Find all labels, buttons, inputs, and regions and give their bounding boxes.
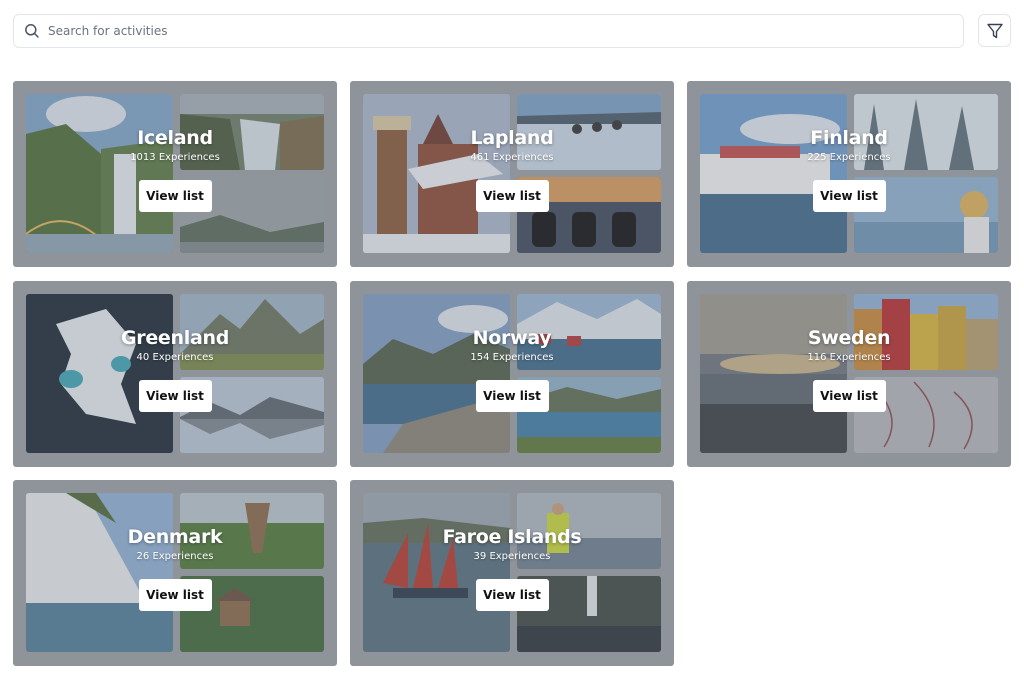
ferry-boat-photo [700,94,847,253]
waterfall-rainbow-photo [26,94,173,253]
iceberg-aerial-photo [26,294,173,453]
snowy-forest-photo [854,94,998,170]
destination-card-iceland[interactable]: Iceland 1013 Experiences View list [13,81,337,267]
view-list-button[interactable]: View list [812,380,886,412]
filter-button[interactable] [978,14,1011,47]
view-list-button[interactable]: View list [475,180,549,212]
view-list-button[interactable]: View list [475,380,549,412]
destination-card-finland[interactable]: Finland 225 Experiences View list [687,81,1011,267]
view-list-button[interactable]: View list [138,180,212,212]
search-bar[interactable] [13,14,964,48]
forest-tower-photo [180,493,324,569]
snowy-village-tower-photo [363,94,510,253]
destination-card-lapland[interactable]: Lapland 461 Experiences View list [350,81,674,267]
sailor-on-mast-photo [517,493,661,569]
view-list-button[interactable]: View list [138,579,212,611]
mountain-peaks-photo [180,294,324,370]
snowy-fishing-village-photo [517,294,661,370]
view-list-button[interactable]: View list [812,180,886,212]
red-sailboat-photo [363,493,510,652]
white-cliffs-photo [26,493,173,652]
destination-card-faroe-islands[interactable]: Faroe Islands 39 Experiences View list [350,480,674,666]
destination-card-greenland[interactable]: Greenland 40 Experiences View list [13,281,337,467]
waterfall-canyon-photo [180,94,324,170]
view-list-button[interactable]: View list [138,380,212,412]
destination-card-denmark[interactable]: Denmark 26 Experiences View list [13,480,337,666]
lofoten-coast-photo [363,294,510,453]
search-icon [24,23,40,39]
filter-icon [986,22,1004,40]
search-input[interactable] [48,15,963,47]
destination-card-norway[interactable]: Norway 154 Experiences View list [350,281,674,467]
colorful-houses-photo [854,294,998,370]
view-list-button[interactable]: View list [475,579,549,611]
beach-sunset-photo [700,294,847,453]
husky-sled-photo [517,94,661,170]
destination-card-sweden[interactable]: Sweden 116 Experiences View list [687,281,1011,467]
